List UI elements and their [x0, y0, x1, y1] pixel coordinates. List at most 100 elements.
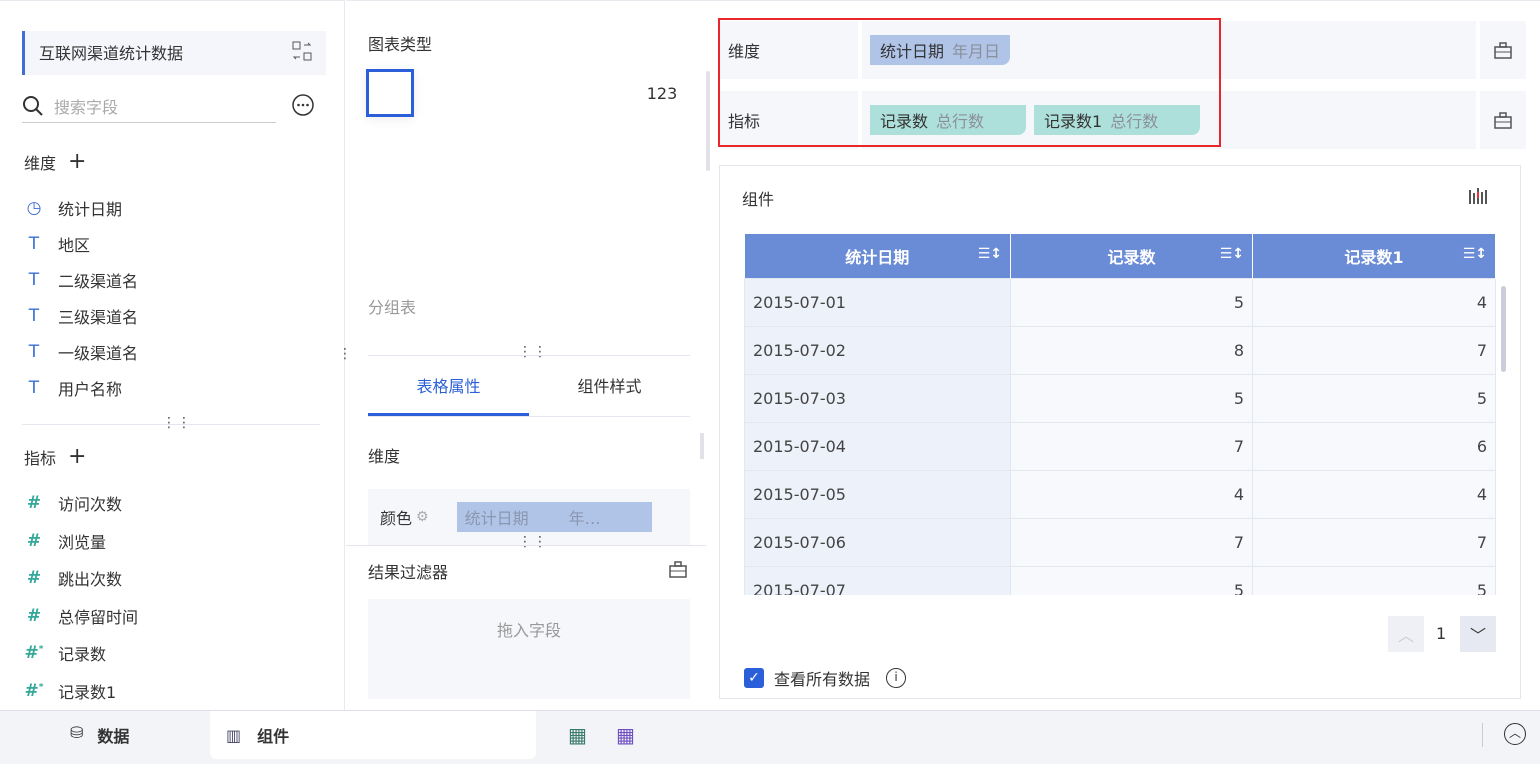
view-all-label: 查看所有数据 — [774, 670, 871, 689]
chart-type-scatter[interactable] — [570, 249, 618, 297]
sort-icon[interactable]: ☰↕ — [978, 246, 1002, 262]
component-editor: 维度 统计日期 年月日 指标 记录数 总行数 记录数1 总行数 组件 统计日期 ☰↕ 记录… — [706, 0, 1540, 710]
chart-type-bar-horizontal[interactable] — [570, 129, 618, 177]
selected-chart-name: 分组表 — [368, 298, 417, 317]
sort-icon[interactable]: ☰↕ — [1463, 246, 1487, 262]
chart-type-line-multi[interactable] — [366, 189, 414, 237]
chart-type-rose[interactable] — [434, 249, 482, 297]
chart-type-gauge[interactable] — [638, 189, 686, 237]
resize-handle[interactable]: ⋮⋮ — [518, 534, 548, 550]
chart-type-bar-group[interactable] — [434, 129, 482, 177]
gear-icon[interactable]: ⚙ — [416, 509, 429, 525]
page-up-button[interactable]: ︿ — [1388, 616, 1424, 652]
field-label: 统计日期 — [58, 200, 123, 219]
search-input[interactable]: 搜索字段 — [22, 89, 276, 123]
tab-data[interactable]: ⛁ 数据 — [70, 723, 129, 747]
dataset-name[interactable]: 互联网渠道统计数据 — [22, 31, 326, 75]
dimension-field[interactable]: T 三级渠道名 — [24, 304, 138, 328]
add-dashboard-icon[interactable]: ▦ — [616, 723, 635, 747]
chart-type-number[interactable]: 123 — [638, 69, 686, 117]
tab-component[interactable]: ▥ 组件 — [210, 711, 536, 759]
dimension-section-header: 维度 + — [24, 149, 86, 174]
resize-handle[interactable]: ⋮⋮ — [518, 344, 548, 360]
info-icon[interactable]: i — [886, 668, 907, 688]
resize-handle[interactable]: ⋮⋮ — [162, 415, 192, 431]
measure-field[interactable]: # 访问次数 — [24, 491, 122, 515]
chart-type-multi-pie[interactable] — [502, 249, 550, 297]
checkbox-checked-icon[interactable]: ✓ — [744, 668, 764, 688]
chart-switch-icon[interactable] — [1468, 186, 1488, 210]
column-header[interactable]: 记录数 ☰↕ — [1010, 234, 1253, 278]
table-cell: 2015-07-05 — [744, 469, 1011, 519]
chart-config-panel: 图表类型 123 分组表 ⋮⋮ 表格属性 组件样式 维度 颜色 ⚙ 统计日期 年…… — [346, 0, 710, 710]
color-field-pill[interactable]: 统计日期 年… — [456, 502, 652, 532]
dimension-field[interactable]: ◷ 统计日期 — [24, 196, 122, 220]
view-all-data-checkbox[interactable]: ✓ 查看所有数据 i — [744, 666, 907, 690]
measure-field[interactable]: # 跳出次数 — [24, 566, 122, 590]
field-label: 一级渠道名 — [58, 344, 139, 363]
chart-type-detail-table[interactable] — [502, 69, 550, 117]
dimension-field[interactable]: T 用户名称 — [24, 376, 122, 400]
measure-field[interactable]: # 浏览量 — [24, 529, 106, 553]
chart-type-area[interactable] — [570, 189, 618, 237]
add-measure-icon[interactable]: + — [68, 444, 86, 469]
chart-type-bar-stack[interactable] — [366, 129, 414, 177]
sort-icon[interactable]: ☰↕ — [1220, 246, 1244, 262]
table-cell: 2015-07-04 — [744, 421, 1011, 471]
number-icon: 123 — [647, 84, 678, 103]
measure-field[interactable]: # 总停留时间 — [24, 604, 138, 628]
chart-type-pie[interactable] — [366, 249, 414, 297]
dimension-field[interactable]: T 地区 — [24, 232, 90, 256]
table-cell: 5 — [1010, 565, 1253, 595]
text-icon: T — [28, 378, 40, 398]
dimension-field[interactable]: T 一级渠道名 — [24, 340, 138, 364]
bottom-tab-bar: ⛁ 数据 ▥ 组件 ▦ ▦ ︿ — [0, 710, 1540, 764]
chart-type-radar[interactable] — [502, 189, 550, 237]
drop-hint: 拖入字段 — [496, 621, 561, 640]
measure-title: 指标 — [24, 448, 57, 468]
table-row: 2015-07-05 4 4 — [744, 469, 1496, 519]
dimension-field[interactable]: T 二级渠道名 — [24, 268, 138, 292]
filter-drop-zone[interactable]: 拖入字段 — [368, 599, 690, 699]
chart-type-bubble[interactable] — [638, 249, 686, 297]
collapse-up-icon[interactable]: ︿ — [1504, 723, 1526, 745]
chart-type-waterfall[interactable] — [638, 129, 686, 177]
divider — [22, 424, 320, 425]
add-component-icon[interactable]: ▦ — [568, 723, 587, 747]
table-cell: 8 — [1010, 325, 1253, 375]
highlight-box — [718, 18, 1221, 147]
field-label: 访问次数 — [58, 495, 123, 514]
column-header[interactable]: 记录数1 ☰↕ — [1252, 234, 1496, 278]
settings-icon[interactable] — [1476, 91, 1526, 149]
more-icon[interactable] — [292, 94, 314, 120]
chart-type-cross-table[interactable] — [434, 69, 482, 117]
tab-component-style[interactable]: 组件样式 — [529, 365, 690, 416]
page-down-button[interactable]: ﹀ — [1460, 616, 1496, 652]
chart-type-line[interactable] — [434, 189, 482, 237]
tab-table-properties[interactable]: 表格属性 — [368, 365, 529, 416]
table-scrollbar[interactable] — [1501, 286, 1506, 372]
switch-dataset-icon[interactable] — [292, 41, 312, 65]
text-icon: T — [28, 342, 40, 362]
pill-name: 统计日期 — [464, 509, 529, 528]
text-icon: T — [28, 270, 40, 290]
chart-icon: ▥ — [226, 725, 242, 745]
add-dimension-icon[interactable]: + — [68, 149, 86, 174]
chart-type-column[interactable] — [502, 129, 550, 177]
clock-icon: ◷ — [26, 198, 42, 218]
table-cell: 4 — [1252, 277, 1496, 327]
filter-settings-icon[interactable] — [668, 559, 688, 583]
table-row: 2015-07-06 7 7 — [744, 517, 1496, 567]
settings-icon[interactable] — [1476, 21, 1526, 79]
component-preview: 组件 统计日期 ☰↕ 记录数 ☰↕ 记录数1 ☰↕ 2015-07-01 5 4 2015-07-… — [719, 165, 1521, 699]
table-cell: 7 — [1252, 325, 1496, 375]
chart-type-kpi-card[interactable] — [570, 69, 618, 117]
column-header[interactable]: 统计日期 ☰↕ — [744, 234, 1011, 278]
measure-field[interactable]: #* 记录数1 — [24, 679, 117, 703]
scrollbar[interactable] — [700, 433, 704, 459]
component-title: 组件 — [742, 190, 775, 209]
table-row: 2015-07-02 8 7 — [744, 325, 1496, 375]
column-header-label: 记录数1 — [1344, 247, 1404, 267]
measure-field[interactable]: #* 记录数 — [24, 641, 107, 665]
chart-type-group-table[interactable] — [366, 69, 414, 117]
